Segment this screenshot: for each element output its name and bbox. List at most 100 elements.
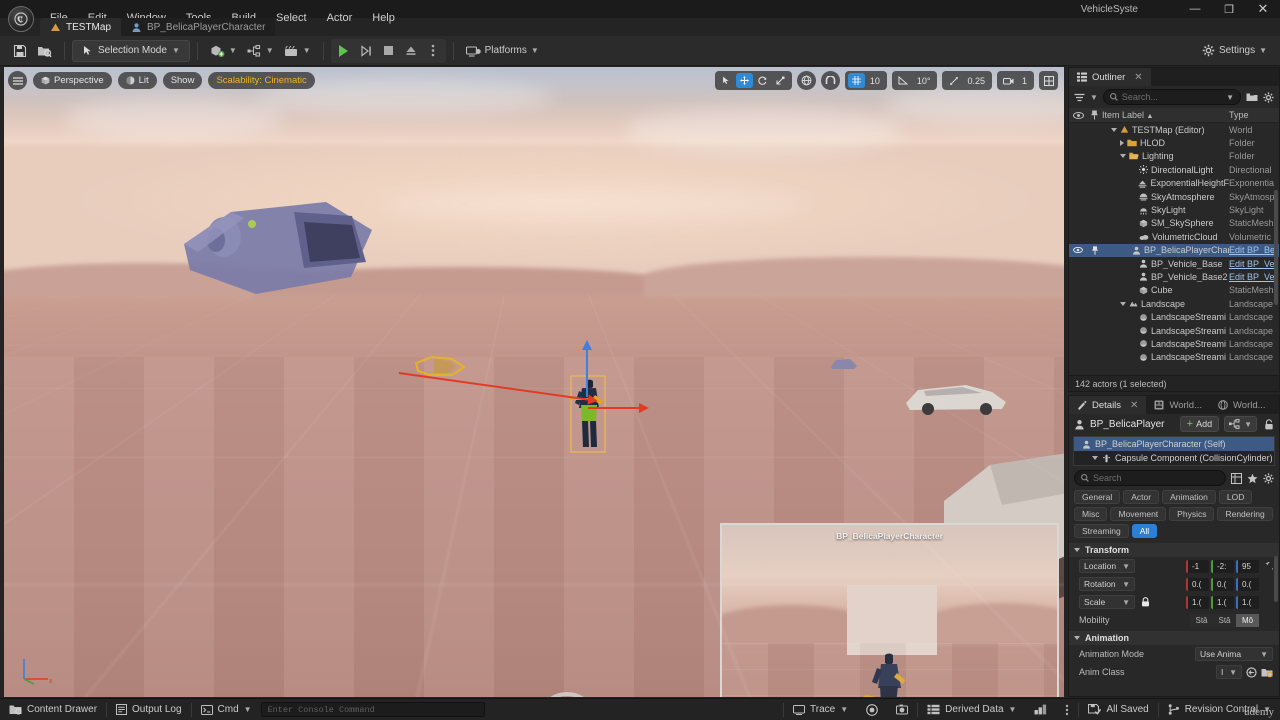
anim-class-dropdown[interactable]: I ▼ [1216, 665, 1242, 679]
scale-snap-value[interactable]: 0.25 [963, 76, 989, 86]
scale-x-input[interactable]: 1.( [1186, 596, 1209, 609]
menu-actor[interactable]: Actor [317, 10, 363, 27]
camera-speed-value[interactable]: 1 [1018, 76, 1031, 86]
scale-y-input[interactable]: 1.( [1211, 596, 1234, 609]
eye-icon[interactable] [1069, 247, 1087, 253]
filter-chip-general[interactable]: General [1074, 490, 1120, 504]
menu-help[interactable]: Help [362, 10, 405, 27]
derived-data-button[interactable]: Derived Data ▼ [918, 699, 1025, 720]
pin-icon[interactable] [1087, 246, 1102, 255]
chevron-down-icon[interactable] [1111, 128, 1117, 132]
skip-button[interactable] [355, 40, 378, 62]
outliner-row[interactable]: VolumetricCloud Volumetric [1069, 230, 1279, 243]
selected-character-mesh[interactable] [570, 375, 606, 453]
outliner-row[interactable]: LandscapeStreami Landscape [1069, 310, 1279, 323]
lock-details-icon[interactable] [1264, 419, 1274, 430]
filter-chip-all[interactable]: All [1132, 524, 1157, 538]
section-animation[interactable]: Animation [1069, 631, 1279, 645]
outliner-row[interactable]: LandscapeStreami Landscape [1069, 324, 1279, 337]
cinematics-button[interactable]: ▼ [279, 40, 316, 62]
translate-mode-button[interactable] [736, 73, 753, 88]
outliner-row-type[interactable]: Edit BP_Ve [1229, 259, 1279, 269]
cmd-dropdown[interactable]: Cmd ▼ [192, 699, 261, 720]
chevron-down-icon[interactable] [1120, 302, 1126, 306]
location-z-input[interactable]: 95 [1236, 560, 1259, 573]
scale-mode-dropdown[interactable]: Scale ▼ [1079, 595, 1135, 609]
viewport-perspective-dropdown[interactable]: Perspective [33, 72, 112, 89]
outliner-search-input[interactable]: Search... ▼ [1103, 89, 1241, 105]
outliner-row[interactable]: SkyLight SkyLight [1069, 203, 1279, 216]
outliner-row[interactable]: BP_BelicaPlayerChar Edit BP_Be [1069, 244, 1279, 257]
content-drawer-button[interactable]: Content Drawer [0, 699, 106, 720]
rotation-x-input[interactable]: 0.( [1186, 578, 1209, 591]
scale-lock-icon[interactable] [1141, 597, 1150, 607]
selection-mode-dropdown[interactable]: Selection Mode ▼ [72, 40, 190, 62]
filter-chip-physics[interactable]: Physics [1169, 507, 1214, 521]
section-transform[interactable]: Transform [1069, 543, 1279, 557]
gizmo-axis-z[interactable] [586, 349, 588, 397]
vehicle-mesh-floating[interactable] [176, 182, 386, 317]
screenshot-button[interactable] [887, 699, 917, 720]
filter-chip-movement[interactable]: Movement [1110, 507, 1166, 521]
console-command-input[interactable]: Enter Console Command [261, 702, 485, 717]
animation-mode-dropdown[interactable]: Use Anima ▼ [1195, 647, 1273, 661]
mobility-toggle-group[interactable]: Stâ Stâ Mô [1190, 614, 1259, 627]
outliner-row[interactable]: ExponentialHeightF Exponentia [1069, 177, 1279, 190]
close-button[interactable]: ✕ [1246, 0, 1280, 18]
add-actor-button[interactable]: ▼ [205, 40, 242, 62]
chevron-down-icon[interactable] [1120, 154, 1126, 158]
filter-chip-animation[interactable]: Animation [1162, 490, 1216, 504]
favorites-star-icon[interactable] [1247, 473, 1258, 484]
angle-snap-value[interactable]: 10° [913, 76, 935, 86]
open-asset-browser-icon[interactable] [1261, 667, 1273, 678]
outliner-scrollbar[interactable] [1274, 190, 1278, 305]
outliner-row[interactable]: TESTMap (Editor) World [1069, 123, 1279, 136]
outliner-row[interactable]: LandscapeStreami Landscape [1069, 337, 1279, 350]
location-mode-dropdown[interactable]: Location ▼ [1079, 559, 1135, 573]
outliner-row[interactable]: Landscape Landscape [1069, 297, 1279, 310]
chevron-down-icon[interactable]: ▼ [1226, 93, 1234, 102]
surface-snap-button[interactable] [821, 71, 840, 90]
play-options-button[interactable] [422, 40, 444, 62]
rotation-mode-dropdown[interactable]: Rotation ▼ [1079, 577, 1135, 591]
component-tree-row[interactable]: BP_BelicaPlayerCharacter (Self) [1074, 437, 1274, 451]
platforms-button[interactable]: Platforms ▼ [461, 40, 544, 62]
camera-icon[interactable] [1000, 73, 1017, 88]
eject-button[interactable] [400, 40, 422, 62]
rotation-y-input[interactable]: 0.( [1211, 578, 1234, 591]
viewport-scalability-warning[interactable]: Scalability: Cinematic [208, 72, 314, 89]
filter-chip-lod[interactable]: LOD [1219, 490, 1252, 504]
blueprint-edit-button[interactable]: ▼ [1224, 416, 1257, 432]
world-coordinates-button[interactable] [797, 71, 816, 90]
vehicle-mesh-distant[interactable] [902, 375, 1010, 417]
details-search-input[interactable]: Search [1074, 470, 1226, 486]
outliner-row-type[interactable]: Edit BP_Be [1229, 245, 1279, 255]
column-view-icon[interactable] [1231, 473, 1242, 484]
details-scrollbar[interactable] [1274, 556, 1278, 602]
mobility-movable-button[interactable]: Mô [1236, 614, 1259, 627]
play-button[interactable] [333, 40, 355, 62]
level-viewport[interactable]: x Perspective Lit Show Scalability: Cine… [4, 67, 1064, 697]
filter-chip-rendering[interactable]: Rendering [1217, 507, 1272, 521]
mobility-static-button[interactable]: Stâ [1190, 614, 1213, 627]
grid-snap-toggle[interactable] [848, 73, 865, 88]
outliner-row[interactable]: Lighting Folder [1069, 150, 1279, 163]
viewport-menu-button[interactable] [8, 71, 27, 90]
record-button[interactable] [857, 699, 887, 720]
gizmo-axis-x[interactable] [588, 407, 640, 409]
chevron-down-icon[interactable]: ▼ [1090, 93, 1098, 102]
outliner-row[interactable]: DirectionalLight Directional [1069, 163, 1279, 176]
save-button[interactable] [8, 40, 32, 62]
filter-icon[interactable] [1074, 93, 1085, 102]
pin-column-icon[interactable] [1087, 110, 1102, 120]
reset-location-icon[interactable] [1263, 562, 1273, 571]
browse-to-asset-icon[interactable] [1246, 667, 1257, 678]
browse-button[interactable] [32, 40, 57, 62]
close-icon[interactable]: ✕ [1134, 72, 1142, 83]
outliner-row[interactable]: BP_Vehicle_Base Edit BP_Ve [1069, 257, 1279, 270]
minimize-button[interactable]: — [1178, 0, 1212, 18]
add-component-button[interactable]: + Add [1180, 416, 1219, 432]
scale-z-input[interactable]: 1.( [1236, 596, 1259, 609]
trace-button[interactable]: Trace ▼ [784, 699, 857, 720]
scale-mode-button[interactable] [772, 73, 789, 88]
